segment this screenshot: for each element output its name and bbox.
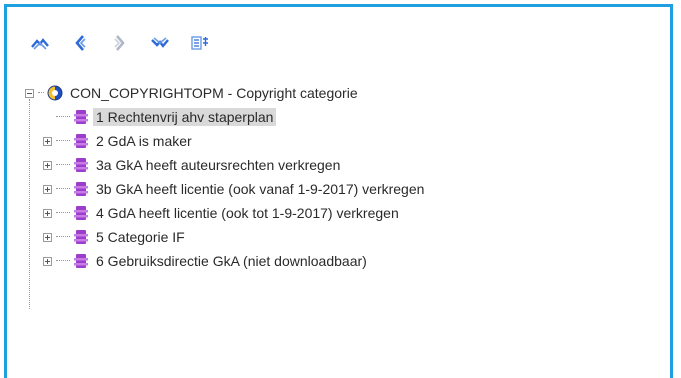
collapse-all-button[interactable] [27, 30, 53, 56]
options-icon [191, 36, 208, 50]
expand-all-button[interactable] [147, 30, 173, 56]
tree-item-4[interactable]: 4 GdA heeft licentie (ook tot 1-9-2017) … [25, 201, 427, 225]
tree-item-label: 5 Categorie IF [96, 229, 185, 245]
tree-branch-line [56, 140, 70, 142]
tree-item-3a[interactable]: 3a GkA heeft auteursrechten verkregen [25, 153, 427, 177]
tree-root-label: CON_COPYRIGHTOPM - Copyright categorie [70, 85, 358, 101]
expand-toggle[interactable] [43, 232, 52, 242]
tree-branch-line [56, 212, 70, 214]
category-node-icon [74, 110, 88, 124]
expand-toggle[interactable] [43, 160, 52, 170]
form-icon [47, 85, 63, 101]
forward-button[interactable] [107, 30, 133, 56]
tree-item-2[interactable]: 2 GdA is maker [25, 129, 427, 153]
tree-item-6[interactable]: 6 Gebruiksdirectie GkA (niet downloadbaa… [25, 249, 427, 273]
collapse-toggle[interactable] [25, 88, 34, 98]
category-node-icon [74, 254, 88, 268]
tree-root[interactable]: CON_COPYRIGHTOPM - Copyright categorie [25, 81, 427, 105]
tree-item-label: 1 Rechtenvrij ahv staperplan [93, 108, 277, 126]
toolbar [27, 29, 213, 57]
category-node-icon [74, 182, 88, 196]
tree-item-label: 4 GdA heeft licentie (ook tot 1-9-2017) … [96, 205, 399, 221]
collapse-all-icon [31, 38, 49, 50]
tree-item-label: 6 Gebruiksdirectie GkA (niet downloadbaa… [96, 253, 367, 269]
tree-branch-line [56, 188, 70, 190]
options-button[interactable] [187, 30, 213, 56]
tree-item-label: 3b GkA heeft licentie (ook vanaf 1-9-201… [96, 181, 425, 197]
expand-all-icon [151, 37, 169, 48]
tree-item-1[interactable]: 1 Rechtenvrij ahv staperplan [25, 105, 427, 129]
tree-item-5[interactable]: 5 Categorie IF [25, 225, 427, 249]
category-node-icon [74, 134, 88, 148]
back-icon [75, 35, 86, 51]
tree-item-label: 2 GdA is maker [96, 133, 192, 149]
tree-branch-line [38, 92, 44, 94]
expand-toggle[interactable] [43, 184, 52, 194]
tree-branch-line [56, 116, 70, 118]
category-node-icon [74, 158, 88, 172]
tree-item-label: 3a GkA heeft auteursrechten verkregen [96, 157, 341, 173]
expand-toggle[interactable] [43, 256, 52, 266]
back-button[interactable] [67, 30, 93, 56]
tree-branch-line [56, 236, 70, 238]
tree-item-3b[interactable]: 3b GkA heeft licentie (ook vanaf 1-9-201… [25, 177, 427, 201]
tree-view: CON_COPYRIGHTOPM - Copyright categorie 1… [25, 81, 427, 273]
window-frame: CON_COPYRIGHTOPM - Copyright categorie 1… [4, 4, 673, 378]
tree-branch-line [56, 164, 70, 166]
expand-toggle[interactable] [43, 208, 52, 218]
category-node-icon [74, 230, 88, 244]
tree-branch-line [56, 260, 70, 262]
forward-icon [114, 35, 125, 51]
category-node-icon [74, 206, 88, 220]
expand-toggle[interactable] [43, 136, 52, 146]
